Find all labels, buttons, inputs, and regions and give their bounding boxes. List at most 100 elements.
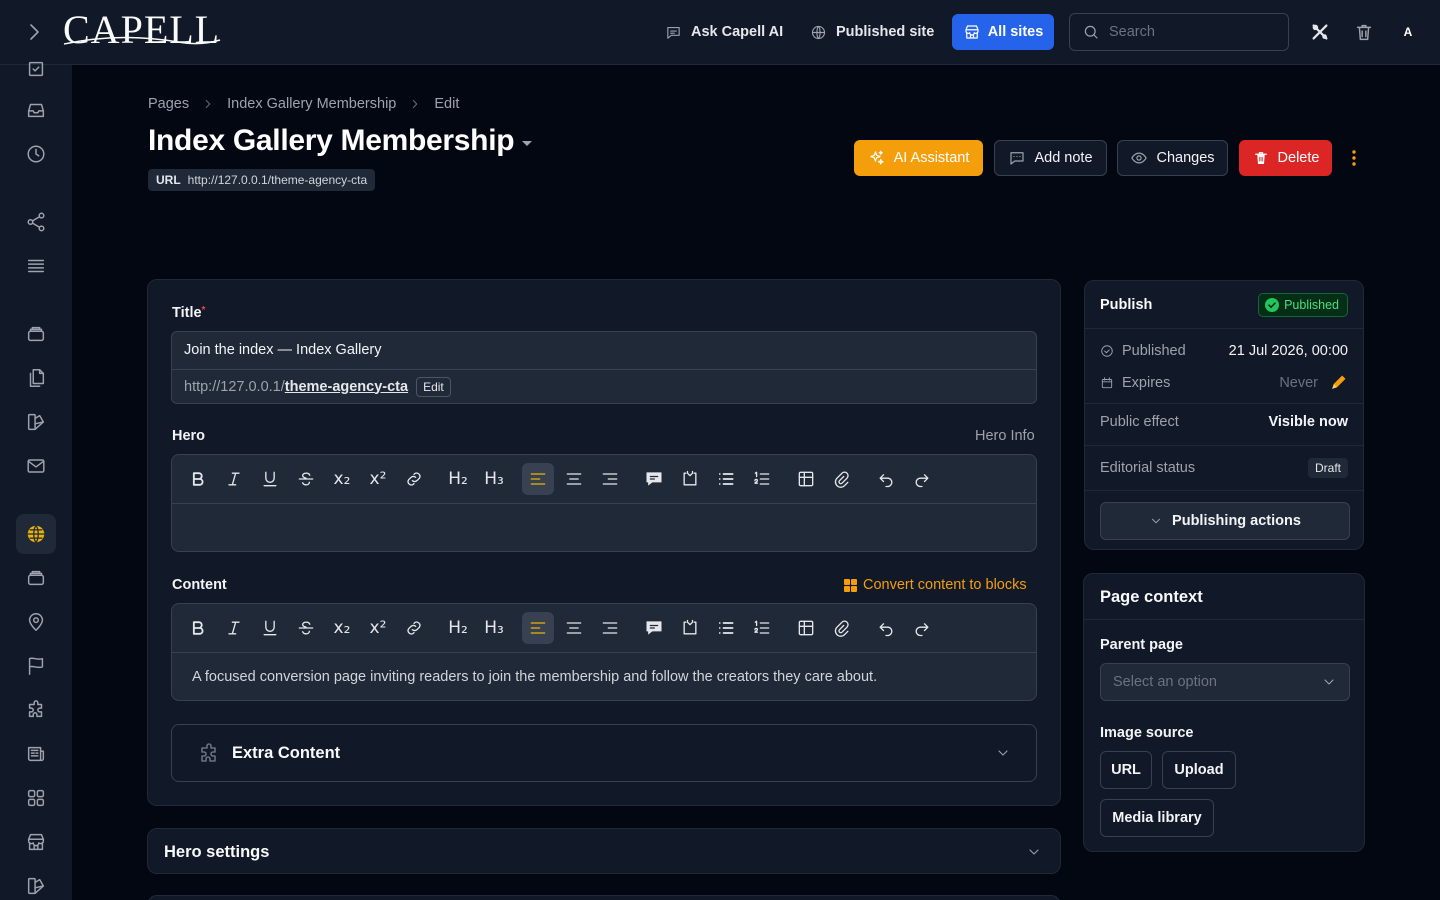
image-source-url-button[interactable]: URL — [1100, 751, 1152, 789]
link-icon[interactable] — [398, 463, 430, 495]
hero-info-link[interactable]: Hero Info — [975, 428, 1035, 444]
sidebar-item-pages[interactable] — [16, 358, 56, 398]
hero-settings-section[interactable]: Hero settings — [147, 828, 1061, 874]
underline-icon[interactable] — [254, 463, 286, 495]
ask-ai-link[interactable]: Ask Capell AI — [665, 20, 783, 44]
more-options-icon[interactable] — [1346, 148, 1362, 168]
heading-2-icon[interactable]: H₂ — [442, 463, 474, 495]
page-title[interactable]: Index Gallery Membership — [148, 124, 533, 158]
ordered-list-icon[interactable] — [746, 612, 778, 644]
underline-icon[interactable] — [254, 612, 286, 644]
undo-icon[interactable] — [870, 612, 902, 644]
blockquote-icon[interactable] — [638, 463, 670, 495]
search-field[interactable] — [1069, 13, 1289, 51]
heading-2-icon[interactable]: H₂ — [442, 612, 474, 644]
sidebar-item-locations[interactable] — [16, 602, 56, 642]
breadcrumb-pages[interactable]: Pages — [148, 96, 189, 112]
subscript-icon[interactable]: x₂ — [326, 463, 358, 495]
sidebar-item-apps[interactable] — [16, 778, 56, 818]
sidebar-item-history[interactable] — [16, 134, 56, 174]
slug-edit-button[interactable]: Edit — [416, 376, 451, 397]
sidebar-item-sites[interactable] — [16, 514, 56, 554]
inbox-icon — [27, 103, 45, 118]
superscript-icon[interactable]: x² — [362, 463, 394, 495]
ordered-list-icon[interactable] — [746, 463, 778, 495]
published-site-link[interactable]: Published site — [810, 20, 934, 44]
sidebar-item-tasks[interactable] — [16, 49, 56, 89]
heading-3-icon[interactable]: H₃ — [478, 612, 510, 644]
align-center-icon[interactable] — [558, 612, 590, 644]
undo-icon[interactable] — [870, 463, 902, 495]
search-input[interactable] — [1109, 24, 1269, 40]
align-center-icon[interactable] — [558, 463, 590, 495]
changes-button[interactable]: Changes — [1117, 140, 1228, 176]
attachment-icon[interactable] — [826, 463, 858, 495]
changes-label: Changes — [1156, 150, 1215, 166]
user-avatar[interactable]: A — [1399, 21, 1417, 43]
media-library-button[interactable]: Media library — [1100, 799, 1214, 837]
strikethrough-icon[interactable] — [290, 612, 322, 644]
code-block-icon[interactable] — [674, 612, 706, 644]
attachment-icon[interactable] — [826, 612, 858, 644]
blockquote-icon[interactable] — [638, 612, 670, 644]
italic-icon[interactable] — [218, 612, 250, 644]
link-icon[interactable] — [398, 612, 430, 644]
search-icon — [1084, 25, 1098, 39]
sidebar-item-flags[interactable] — [16, 646, 56, 686]
breadcrumb-page[interactable]: Index Gallery Membership — [227, 96, 396, 112]
title-field[interactable]: Join the index — Index Gallery http://12… — [171, 331, 1037, 404]
strikethrough-icon[interactable] — [290, 463, 322, 495]
align-right-icon[interactable] — [594, 463, 626, 495]
sidebar-item-design[interactable] — [16, 402, 56, 442]
url-chip[interactable]: URL http://127.0.0.1/theme-agency-cta — [148, 169, 376, 191]
content-editor-content[interactable]: A focused conversion page inviting reade… — [192, 653, 877, 701]
bullet-list-icon[interactable] — [710, 463, 742, 495]
publishing-actions-button[interactable]: Publishing actions — [1100, 502, 1350, 540]
extra-content-section[interactable]: Extra Content — [171, 724, 1037, 782]
sidebar-item-collections[interactable] — [16, 314, 56, 354]
redo-icon[interactable] — [906, 463, 938, 495]
calendar-icon — [1101, 377, 1113, 389]
table-icon[interactable] — [790, 463, 822, 495]
sidebar-item-mail[interactable] — [16, 446, 56, 486]
pencil-icon[interactable] — [1328, 373, 1348, 393]
trash-icon[interactable] — [1353, 21, 1375, 43]
convert-to-blocks-link[interactable]: Convert content to blocks — [844, 577, 1027, 593]
image-source-upload-button[interactable]: Upload — [1162, 751, 1236, 789]
align-right-icon[interactable] — [594, 612, 626, 644]
published-site-label: Published site — [836, 24, 935, 40]
redo-icon[interactable] — [906, 612, 938, 644]
heading-3-icon[interactable]: H₃ — [478, 463, 510, 495]
bold-icon[interactable] — [182, 463, 214, 495]
delete-button[interactable]: Delete — [1239, 140, 1332, 176]
globe-icon — [27, 525, 45, 543]
sidebar-item-stores[interactable] — [16, 822, 56, 862]
expand-sidebar-icon[interactable] — [22, 20, 46, 44]
sidebar-item-archive[interactable] — [16, 558, 56, 598]
sidebar-item-news[interactable] — [16, 734, 56, 774]
store-icon — [27, 833, 45, 851]
align-left-icon[interactable] — [522, 612, 554, 644]
all-sites-label: All sites — [987, 24, 1044, 40]
sidebar-item-extensions[interactable] — [16, 690, 56, 730]
all-sites-button[interactable]: All sites — [952, 14, 1054, 50]
slug-value[interactable]: theme-agency-cta — [285, 379, 408, 395]
bold-icon[interactable] — [182, 612, 214, 644]
title-input-value[interactable]: Join the index — Index Gallery — [184, 332, 381, 369]
superscript-icon[interactable]: x² — [362, 612, 394, 644]
ai-assistant-button[interactable]: AI Assistant — [854, 140, 983, 176]
table-icon[interactable] — [790, 612, 822, 644]
sidebar-item-share[interactable] — [16, 202, 56, 242]
stack-icon — [27, 570, 45, 586]
tools-icon[interactable] — [1309, 21, 1331, 43]
align-left-icon[interactable] — [522, 463, 554, 495]
sidebar-item-list[interactable] — [16, 246, 56, 286]
parent-page-select[interactable]: Select an option — [1100, 663, 1350, 701]
code-block-icon[interactable] — [674, 463, 706, 495]
subscript-icon[interactable]: x₂ — [326, 612, 358, 644]
sidebar-item-inbox[interactable] — [16, 90, 56, 130]
add-note-button[interactable]: Add note — [994, 140, 1107, 176]
bullet-list-icon[interactable] — [710, 612, 742, 644]
italic-icon[interactable] — [218, 463, 250, 495]
sidebar-item-themes[interactable] — [16, 866, 56, 900]
